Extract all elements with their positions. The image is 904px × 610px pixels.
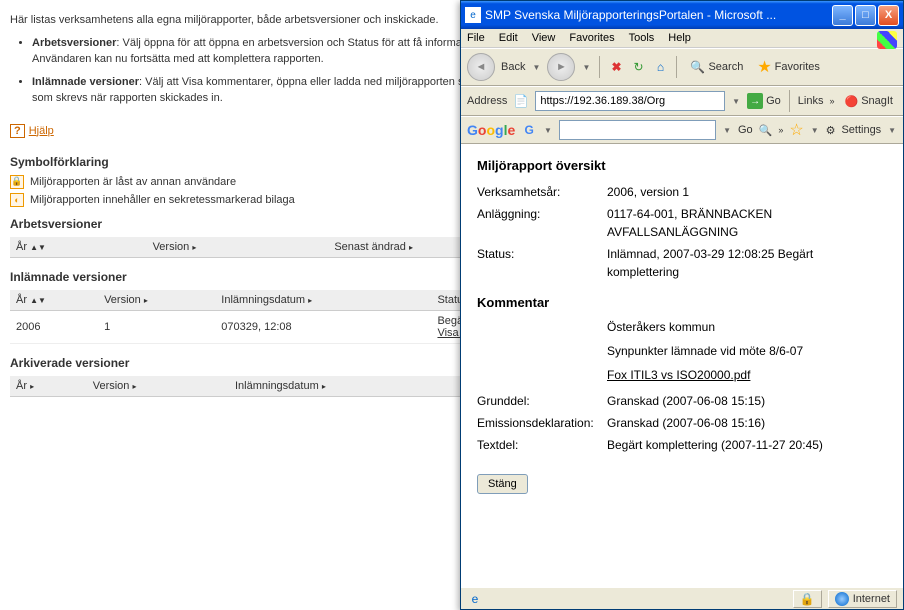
nav-toolbar: ◄ Back ▼ ► ▼ ✖ ↻ ⌂ 🔍Search ★Favorites [461,48,903,86]
label-textdel: Textdel: [477,436,607,454]
th-version[interactable]: Version ▸ [98,290,215,311]
settings-button[interactable]: Settings [841,124,881,136]
kommentar-heading: Kommentar [477,295,887,310]
value-anlaggning: 0117-64-001, BRÄNNBACKEN AVFALLSANLÄGGNI… [607,205,887,241]
label-verksamhetsar: Verksamhetsår: [477,183,607,201]
address-dropdown[interactable]: ▼ [731,92,741,110]
google-search-input[interactable] [559,120,716,140]
th-inlamning[interactable]: Inlämningsdatum ▸ [215,290,431,311]
menu-edit[interactable]: Edit [499,32,518,44]
value-grunddel: Granskad (2007-06-08 15:15) [607,392,887,410]
label-status: Status: [477,245,607,281]
th-ar[interactable]: År ▲▼ [10,290,98,311]
menubar: File Edit View Favorites Tools Help [461,29,903,48]
globe-icon [835,592,849,606]
google-toolbar: Google G▼ ▼ Go 🔍 » ☆▼ ⚙ Settings▼ [461,116,903,144]
back-dropdown[interactable]: ▼ [531,58,541,76]
windows-flag-icon [877,31,897,49]
label-emission: Emissionsdeklaration: [477,414,607,432]
value-emission: Granskad (2007-06-08 15:16) [607,414,887,432]
ie-window: e SMP Svenska MiljörapporteringsPortalen… [460,0,904,610]
back-button[interactable]: ◄ [467,53,495,81]
go-button[interactable]: →Go [747,93,781,109]
home-icon[interactable]: ⌂ [652,59,668,75]
address-bar: Address 📄 ▼ →Go Links » 🔴SnagIt [461,86,903,116]
help-link[interactable]: Hjälp [29,125,54,137]
label-grunddel: Grunddel: [477,392,607,410]
menu-file[interactable]: File [467,32,485,44]
secret-icon: ◐ [10,193,24,207]
google-logo[interactable]: Google [467,122,515,138]
th-version[interactable]: Version ▸ [87,376,229,397]
address-input[interactable] [535,91,725,111]
back-label: Back [501,61,525,73]
kommentar-author: Österåkers kommun [607,320,887,334]
close-button[interactable]: X [878,5,899,26]
th-version[interactable]: Version ▸ [147,237,329,258]
kommentar-text: Synpunkter lämnade vid möte 8/6-07 [607,344,887,358]
ie-page-icon: e [465,7,481,23]
google-search-dropdown[interactable]: ▼ [722,121,732,139]
google-go-icon[interactable]: 🔍 [759,124,773,137]
stang-button[interactable]: Stäng [477,474,528,494]
search-button[interactable]: 🔍Search [685,57,747,77]
google-g-icon[interactable]: G [521,122,537,138]
value-status: Inlämnad, 2007-03-29 12:08:25 Begärt kom… [607,245,887,281]
menu-tools[interactable]: Tools [629,32,655,44]
star-icon: ★ [757,57,771,77]
content-heading: Miljörapport översikt [477,158,887,173]
th-ar[interactable]: År ▸ [10,376,87,397]
zone-indicator: Internet [828,590,897,608]
gear-icon[interactable]: ⚙ [826,124,836,137]
minimize-button[interactable]: _ [832,5,853,26]
chevron-icon[interactable]: » [829,96,834,106]
value-textdel: Begärt komplettering (2007-11-27 20:45) [607,436,887,454]
ie-status-icon: e [467,591,483,607]
snagit-button[interactable]: 🔴SnagIt [840,93,897,110]
google-go[interactable]: Go [738,124,753,136]
menu-view[interactable]: View [532,32,556,44]
window-title: SMP Svenska MiljörapporteringsPortalen -… [485,8,832,22]
address-label: Address [467,95,507,107]
links-label[interactable]: Links [798,95,824,107]
refresh-icon[interactable]: ↻ [630,59,646,75]
forward-dropdown[interactable]: ▼ [581,58,591,76]
label-anlaggning: Anläggning: [477,205,607,241]
page-content: Miljörapport översikt Verksamhetsår:2006… [461,144,903,587]
stop-icon[interactable]: ✖ [608,59,624,75]
go-icon: → [747,93,763,109]
lock-icon: 🔒 [800,592,815,606]
th-ar[interactable]: År ▲▼ [10,237,147,258]
attachment-link[interactable]: Fox ITIL3 vs ISO20000.pdf [607,368,750,382]
maximize-button[interactable]: □ [855,5,876,26]
lock-icon: 🔒 [10,175,24,189]
value-verksamhetsar: 2006, version 1 [607,183,887,201]
bookmark-icon[interactable]: ☆ [789,120,803,140]
titlebar[interactable]: e SMP Svenska MiljörapporteringsPortalen… [461,1,903,29]
status-bar: e 🔒 Internet [461,587,903,609]
favorites-button[interactable]: ★Favorites [753,55,824,79]
help-icon: ? [10,124,25,138]
page-icon: 📄 [513,93,529,109]
forward-button[interactable]: ► [547,53,575,81]
th-inlamning[interactable]: Inlämningsdatum ▸ [229,376,491,397]
menu-help[interactable]: Help [668,32,691,44]
search-icon: 🔍 [689,59,705,75]
snagit-icon: 🔴 [844,95,858,108]
menu-favorites[interactable]: Favorites [569,32,614,44]
